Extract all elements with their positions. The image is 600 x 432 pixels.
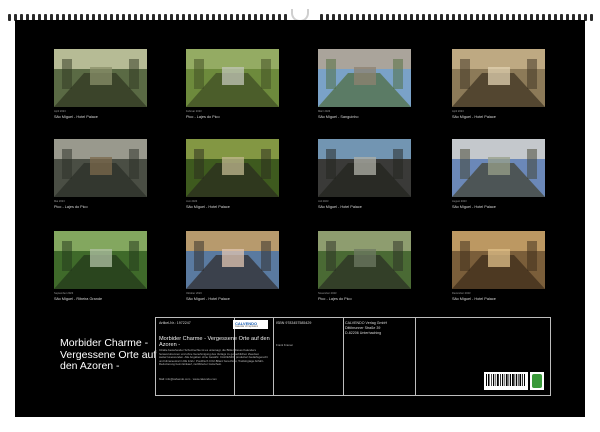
photo-credit: August 2023 (452, 200, 467, 203)
calvendo-logo: CALVENDO Calendar of Inspiration (233, 320, 268, 329)
logo-tagline: Calendar of Inspiration (235, 325, 259, 328)
photo-caption: Pico - Lajes do Pico (318, 297, 352, 301)
photo-caption: São Miguel - Sanguinho (318, 115, 359, 119)
photo-credit: Juni 2023 (186, 200, 198, 203)
photo-caption: Pico - Lajes do Pico (54, 205, 88, 209)
photo-7 (318, 139, 411, 197)
photo-4 (452, 49, 545, 107)
photo-12 (452, 231, 545, 289)
photo-6 (186, 139, 279, 197)
publisher-line-2: Dittibrunner Straße 39 (345, 326, 381, 330)
photo-2 (186, 49, 279, 107)
author: Frank Kramer (276, 343, 294, 347)
info-divider-2 (273, 318, 274, 395)
photo-credit: November 2023 (318, 292, 337, 295)
isbn: ISBN 9783457585429 (276, 321, 312, 325)
barcode (484, 372, 528, 390)
photo-caption: São Miguel - Hotel Palace (452, 297, 496, 301)
binding-ring (8, 14, 11, 21)
photo-credit: April 2023 (54, 110, 66, 113)
photo-9 (54, 231, 147, 289)
publisher-line-3: D-82206 Unterhaching (345, 331, 382, 335)
article-number: Artikel-Nr.: 1972247 (159, 321, 191, 325)
photo-credit: Mai 2023 (54, 200, 65, 203)
photo-caption: São Miguel - Ribeira Grande (54, 297, 103, 301)
photo-credit: Juli 2023 (318, 200, 329, 203)
photo-caption: São Miguel - Hotel Palace (318, 205, 362, 209)
photo-credit: Dezember 2023 (452, 292, 471, 295)
photo-8 (452, 139, 545, 197)
legal-text: Inhalte bestehender Schutzrechte ist es … (159, 348, 268, 367)
photo-caption: São Miguel - Hotel Palace (452, 205, 496, 209)
photo-11 (318, 231, 411, 289)
photo-5 (54, 139, 147, 197)
publisher-line-1: CALVENDO Verlag GmbH (345, 321, 388, 325)
info-divider-4 (415, 318, 416, 395)
binding-ring (590, 14, 593, 21)
photo-credit: März 2023 (318, 110, 331, 113)
photo-caption: São Miguel - Hotel Palace (54, 115, 98, 119)
photo-credit: Oktober 2023 (186, 292, 202, 295)
photo-caption: Pico - Lajes do Pico (186, 115, 220, 119)
calendar-title: Morbider Charme - Vergessene Orte auf de… (60, 337, 157, 372)
product-title: Morbider Charme - Vergessene Orte auf de… (159, 336, 270, 349)
photo-credit: September 2023 (54, 292, 74, 295)
photo-1 (54, 49, 147, 107)
calendar-binding (0, 0, 600, 22)
photo-credit: Februar 2023 (186, 110, 202, 113)
photo-3 (318, 49, 411, 107)
photo-credit: April 2023 (452, 110, 464, 113)
eco-label-icon (530, 372, 544, 390)
photo-caption: São Miguel - Hotel Palace (186, 297, 230, 301)
info-divider-3 (343, 318, 344, 395)
photo-caption: São Miguel - Hotel Palace (186, 205, 230, 209)
photo-caption: São Miguel - Hotel Palace (452, 115, 496, 119)
contact-line: Mail: info@calvendo.com · www.calvendo.c… (159, 377, 217, 381)
photo-10 (186, 231, 279, 289)
